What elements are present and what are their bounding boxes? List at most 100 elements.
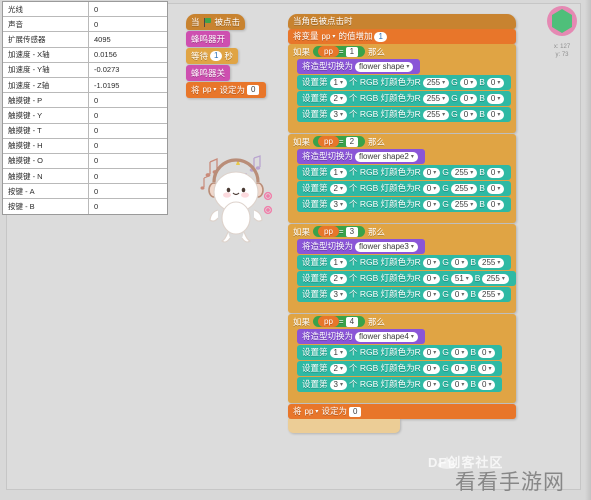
set-value-input[interactable]: 0 xyxy=(246,85,260,95)
equals-operator-block[interactable]: pp = 4 xyxy=(313,316,366,327)
if-block-3[interactable]: 如果pp=3那么将造型切换为flower shape3设置第1个 RGB 灯颜色… xyxy=(288,224,516,313)
g-value-input[interactable]: 0 xyxy=(450,363,469,374)
condition-variable[interactable]: pp xyxy=(318,136,339,147)
led-index-dropdown[interactable]: 2 xyxy=(329,363,347,374)
if-block-header[interactable]: 如果 pp = 3 那么 xyxy=(288,224,516,239)
r-value-input[interactable]: 0 xyxy=(422,273,441,284)
led-index-dropdown[interactable]: 3 xyxy=(329,379,347,390)
r-value-input[interactable]: 0 xyxy=(422,167,441,178)
condition-value-input[interactable]: 1 xyxy=(345,46,359,57)
led-index-dropdown[interactable]: 2 xyxy=(329,93,347,104)
b-value-input[interactable]: 0 xyxy=(478,379,496,390)
reset-value-input[interactable]: 0 xyxy=(348,406,362,417)
if-block-header[interactable]: 如果 pp = 4 那么 xyxy=(288,314,516,329)
r-value-input[interactable]: 0 xyxy=(422,199,441,210)
r-value-input[interactable]: 0 xyxy=(422,347,441,358)
set-rgb-led-block[interactable]: 设置第3个 RGB 灯颜色为R0G0B0 xyxy=(297,377,503,392)
r-value-input[interactable]: 0 xyxy=(422,363,441,374)
g-value-input[interactable]: 0 xyxy=(450,289,469,300)
set-rgb-led-block[interactable]: 设置第1个 RGB 灯颜色为R0G0B0 xyxy=(297,345,503,360)
g-value-input[interactable]: 0 xyxy=(459,77,478,88)
equals-operator-block[interactable]: pp = 3 xyxy=(313,226,366,237)
r-value-input[interactable]: 0 xyxy=(422,183,441,194)
if-block-header[interactable]: 如果 pp = 1 那么 xyxy=(288,44,516,59)
change-amount-input[interactable]: 1 xyxy=(374,31,387,42)
set-rgb-led-block[interactable]: 设置第1个 RGB 灯颜色为R0G0B255 xyxy=(297,255,512,270)
condition-value-input[interactable]: 3 xyxy=(345,226,359,237)
condition-value-input[interactable]: 2 xyxy=(345,136,359,147)
set-variable-block-right[interactable]: 将pp设定为0 xyxy=(288,404,516,419)
if-block-1[interactable]: 如果pp=1那么将造型切换为flower shape设置第1个 RGB 灯颜色为… xyxy=(288,44,516,133)
b-value-input[interactable]: 255 xyxy=(482,273,509,284)
equals-operator-block[interactable]: pp = 1 xyxy=(313,46,366,57)
led-index-dropdown[interactable]: 2 xyxy=(329,183,347,194)
led-index-dropdown[interactable]: 1 xyxy=(329,77,347,88)
variable-dropdown[interactable]: pp xyxy=(302,407,322,416)
condition-variable[interactable]: pp xyxy=(318,226,339,237)
set-rgb-led-block[interactable]: 设置第3个 RGB 灯颜色为R255G0B0 xyxy=(297,107,512,122)
wait-block[interactable]: 等待 1 秒 xyxy=(186,48,238,64)
b-value-input[interactable]: 0 xyxy=(486,77,505,88)
set-rgb-led-block[interactable]: 设置第3个 RGB 灯颜色为R0G0B255 xyxy=(297,287,512,302)
led-index-dropdown[interactable]: 2 xyxy=(329,273,347,284)
when-flag-clicked-block[interactable]: 当 被点击 xyxy=(186,14,246,30)
change-variable-block[interactable]: 将变量pp的值增加1 xyxy=(288,29,516,44)
if-block-2[interactable]: 如果pp=2那么将造型切换为flower shape2设置第1个 RGB 灯颜色… xyxy=(288,134,516,223)
costume-dropdown[interactable]: flower shape2 xyxy=(355,151,418,162)
set-rgb-led-block[interactable]: 设置第3个 RGB 灯颜色为R0G255B0 xyxy=(297,197,512,212)
set-rgb-led-block[interactable]: 设置第2个 RGB 灯颜色为R0G255B0 xyxy=(297,181,512,196)
costume-dropdown[interactable]: flower shape4 xyxy=(355,331,418,342)
condition-value-input[interactable]: 4 xyxy=(345,316,359,327)
set-rgb-led-block[interactable]: 设置第2个 RGB 灯颜色为R0G51B255 xyxy=(297,271,516,286)
g-value-input[interactable]: 255 xyxy=(450,167,478,178)
condition-variable[interactable]: pp xyxy=(318,46,339,57)
when-sprite-clicked-block[interactable]: 当角色被点击时 xyxy=(288,14,516,29)
led-index-dropdown[interactable]: 1 xyxy=(329,257,347,268)
set-rgb-led-block[interactable]: 设置第1个 RGB 灯颜色为R0G255B0 xyxy=(297,165,512,180)
condition-variable[interactable]: pp xyxy=(318,316,339,327)
script-stack-left[interactable]: 当 被点击 蜂鸣器开 等待 1 秒 蜂鸣器关 将 pp 设定为 0 xyxy=(186,14,267,99)
costume-dropdown[interactable]: flower shape xyxy=(355,61,414,72)
b-value-input[interactable]: 255 xyxy=(478,257,505,268)
b-value-input[interactable]: 0 xyxy=(486,167,505,178)
r-value-input[interactable]: 255 xyxy=(422,93,450,104)
switch-costume-block[interactable]: 将造型切换为 flower shape4 xyxy=(297,329,425,344)
r-value-input[interactable]: 0 xyxy=(422,289,441,300)
g-value-input[interactable]: 51 xyxy=(450,273,473,284)
switch-costume-block[interactable]: 将造型切换为 flower shape3 xyxy=(297,239,425,254)
r-value-input[interactable]: 255 xyxy=(422,109,450,120)
led-index-dropdown[interactable]: 3 xyxy=(329,289,347,300)
variable-dropdown[interactable]: pp xyxy=(319,32,339,41)
g-value-input[interactable]: 0 xyxy=(459,109,478,120)
b-value-input[interactable]: 0 xyxy=(486,93,505,104)
sprite-character[interactable] xyxy=(196,140,276,245)
if-block-4[interactable]: 如果pp=4那么将造型切换为flower shape4设置第1个 RGB 灯颜色… xyxy=(288,314,516,403)
buzzer-off-block[interactable]: 蜂鸣器关 xyxy=(186,65,231,81)
g-value-input[interactable]: 0 xyxy=(459,93,478,104)
r-value-input[interactable]: 255 xyxy=(422,77,450,88)
b-value-input[interactable]: 0 xyxy=(486,109,505,120)
led-index-dropdown[interactable]: 1 xyxy=(329,167,347,178)
led-index-dropdown[interactable]: 3 xyxy=(329,199,347,210)
sprite-thumbnail[interactable]: x: 127 y: 73 xyxy=(539,4,585,59)
variable-dropdown[interactable]: pp xyxy=(200,86,220,94)
buzzer-on-block[interactable]: 蜂鸣器开 xyxy=(186,31,231,47)
led-index-dropdown[interactable]: 3 xyxy=(329,109,347,120)
g-value-input[interactable]: 0 xyxy=(450,257,469,268)
led-index-dropdown[interactable]: 1 xyxy=(329,347,347,358)
switch-costume-block[interactable]: 将造型切换为 flower shape2 xyxy=(297,149,425,164)
set-rgb-led-block[interactable]: 设置第1个 RGB 灯颜色为R255G0B0 xyxy=(297,75,512,90)
equals-operator-block[interactable]: pp = 2 xyxy=(313,136,366,147)
g-value-input[interactable]: 255 xyxy=(450,183,478,194)
b-value-input[interactable]: 0 xyxy=(478,363,496,374)
set-variable-block-left[interactable]: 将 pp 设定为 0 xyxy=(186,82,267,98)
switch-costume-block[interactable]: 将造型切换为 flower shape xyxy=(297,59,421,74)
set-rgb-led-block[interactable]: 设置第2个 RGB 灯颜色为R255G0B0 xyxy=(297,91,512,106)
b-value-input[interactable]: 255 xyxy=(478,289,505,300)
script-stack-right[interactable]: 当角色被点击时将变量pp的值增加1如果pp=1那么将造型切换为flower sh… xyxy=(288,14,516,433)
g-value-input[interactable]: 0 xyxy=(450,379,469,390)
b-value-input[interactable]: 0 xyxy=(486,199,505,210)
g-value-input[interactable]: 0 xyxy=(450,347,469,358)
if-block-header[interactable]: 如果 pp = 2 那么 xyxy=(288,134,516,149)
r-value-input[interactable]: 0 xyxy=(422,379,441,390)
